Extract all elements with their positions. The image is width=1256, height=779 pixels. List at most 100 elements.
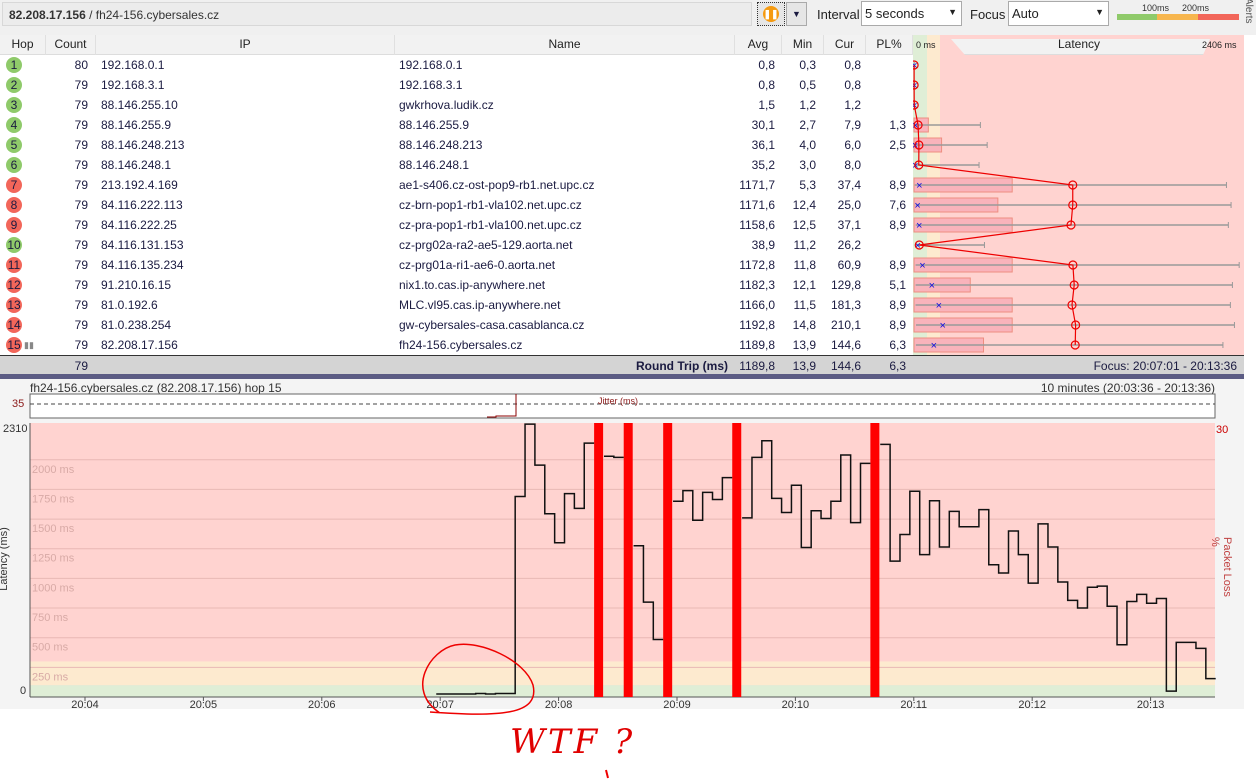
cell-count: 79 xyxy=(74,258,88,272)
cell-min: 11,2 xyxy=(793,238,816,252)
cell-name: cz-prg02a-ra2-ae5-129.aorta.net xyxy=(399,238,573,252)
cell-cur: 37,4 xyxy=(837,178,861,192)
table-row[interactable]: 7 79 213.192.4.169 ae1-s406.cz-ost-pop9-rb1… xyxy=(0,175,913,195)
cell-count: 79 xyxy=(74,318,88,332)
cell-name: gw-cybersales-casa.casablanca.cz xyxy=(399,318,585,332)
table-row[interactable]: 10 79 84.116.131.153 cz-prg02a-ra2-ae5-129.… xyxy=(0,235,913,255)
cell-min: 11,5 xyxy=(793,298,816,312)
pause-dropdown-button[interactable]: ▼ xyxy=(786,2,807,26)
focus-select[interactable]: Auto ▼ xyxy=(1008,1,1109,26)
cell-avg: 30,1 xyxy=(751,118,775,132)
cell-count: 79 xyxy=(74,198,88,212)
toolbar: 82.208.17.156 / fh24-156.cybersales.cz ❚… xyxy=(0,0,1256,35)
col-ip[interactable]: IP xyxy=(96,35,395,55)
cell-avg: 1171,7 xyxy=(739,178,775,192)
cell-name: cz-prg01a-ri1-ae6-0.aorta.net xyxy=(399,258,556,272)
gridline-label: 500 ms xyxy=(32,642,69,654)
cell-ip: 84.116.222.113 xyxy=(101,198,183,212)
cell-hop: 1 xyxy=(6,57,22,73)
cell-ip: 81.0.238.254 xyxy=(101,318,172,332)
cell-hop: 4 xyxy=(6,117,22,133)
cell-min: 12,4 xyxy=(792,198,816,212)
table-row[interactable]: 3 79 88.146.255.10 gwkrhova.ludik.cz 1,5 1,2 1… xyxy=(0,95,913,115)
cell-ip: 81.0.192.6 xyxy=(101,298,158,312)
band-good xyxy=(30,685,1215,697)
col-avg[interactable]: Avg xyxy=(735,35,782,55)
footer-label: Round Trip (ms) xyxy=(636,359,728,373)
cell-ip: 84.116.135.234 xyxy=(101,258,184,272)
packet-loss-bar xyxy=(623,423,633,697)
target-host: / fh24-156.cybersales.cz xyxy=(85,8,220,22)
cell-pl: 8,9 xyxy=(889,218,906,232)
cell-min: 5,3 xyxy=(799,178,816,192)
table-row[interactable]: 14 79 81.0.238.254 gw-cybersales-casa.casab… xyxy=(0,315,913,335)
table-row[interactable]: 4 79 88.146.255.9 88.146.255.9 30,1 2,7 7,9 1,3 xyxy=(0,115,913,135)
footer-cur: 144,6 xyxy=(830,359,861,373)
cell-pl: 5,1 xyxy=(889,278,906,292)
col-cur[interactable]: Cur xyxy=(824,35,866,55)
latency-legend-bar xyxy=(1117,14,1239,20)
graph-max-label: 2406 ms xyxy=(1202,40,1237,50)
cell-pl xyxy=(866,155,906,175)
cell-hop: 13 xyxy=(6,297,22,313)
table-row[interactable]: 2 79 192.168.3.1 192.168.3.1 0,8 0,5 0,8 xyxy=(0,75,913,95)
table-row[interactable]: 8 79 84.116.222.113 cz-brn-pop1-rb1-vla102.… xyxy=(0,195,913,215)
x-tick-label: 20:06 xyxy=(308,699,336,711)
col-count[interactable]: Count xyxy=(46,35,96,55)
cell-avg: 36,1 xyxy=(751,138,775,152)
x-tick-label: 20:08 xyxy=(545,699,573,711)
cell-min: 0,5 xyxy=(799,78,816,92)
cell-name: MLC.vl95.cas.ip-anywhere.net xyxy=(399,298,561,312)
cell-count: 79 xyxy=(74,118,88,132)
col-hop[interactable]: Hop xyxy=(0,35,46,55)
packet-loss-bar xyxy=(732,423,742,697)
table-row[interactable]: 1 80 192.168.0.1 192.168.0.1 0,8 0,3 0,8 xyxy=(0,55,913,75)
target-ip: 82.208.17.156 xyxy=(9,8,86,22)
current-marker: × xyxy=(916,220,922,232)
table-row[interactable]: 9 79 84.116.222.25 cz-pra-pop1-rb1-vla100.n… xyxy=(0,215,913,235)
pause-button[interactable]: ❚❚ xyxy=(757,2,785,26)
cell-cur: 26,2 xyxy=(837,238,861,252)
table-row[interactable]: 15 79 82.208.17.156 fh24-156.cybersales.cz 1… xyxy=(0,335,913,355)
hop-latency-graph: ××××××××××××××× xyxy=(913,55,1244,355)
cell-count: 79 xyxy=(74,338,88,352)
cell-cur: 144,6 xyxy=(830,338,861,352)
chevron-down-icon: ▼ xyxy=(1095,7,1104,17)
cell-ip: 88.146.255.10 xyxy=(101,98,178,112)
cell-min: 3,0 xyxy=(799,158,816,172)
cell-min: 0,3 xyxy=(799,58,816,72)
cell-hop: 3 xyxy=(6,97,22,113)
cell-hop: 11 xyxy=(6,257,22,273)
cell-avg: 1,5 xyxy=(758,98,775,112)
address-bar[interactable]: 82.208.17.156 / fh24-156.cybersales.cz xyxy=(2,2,752,26)
cell-hop: 15 xyxy=(6,337,22,353)
cell-cur: 7,9 xyxy=(844,118,861,132)
packet-loss-bar xyxy=(663,423,673,697)
table-row[interactable]: 5 79 88.146.248.213 88.146.248.213 36,1 4,0 6,… xyxy=(0,135,913,155)
gridline-label: 1250 ms xyxy=(32,553,75,565)
pause-icon: ❚❚ xyxy=(763,6,779,22)
bar-chart-icon[interactable]: ▮▮ xyxy=(24,335,34,355)
table-row[interactable]: 6 79 88.146.248.1 88.146.248.1 35,2 3,0 8,0 xyxy=(0,155,913,175)
col-name[interactable]: Name xyxy=(395,35,735,55)
cell-name: gwkrhova.ludik.cz xyxy=(399,98,494,112)
cell-cur: 129,8 xyxy=(830,278,861,292)
col-pl[interactable]: PL% xyxy=(866,35,913,55)
col-min[interactable]: Min xyxy=(782,35,824,55)
cell-hop: 14 xyxy=(6,317,22,333)
current-marker: × xyxy=(931,340,937,352)
table-row[interactable]: 13 79 81.0.192.6 MLC.vl95.cas.ip-anywhere.n… xyxy=(0,295,913,315)
interval-select[interactable]: 5 seconds ▼ xyxy=(861,1,962,26)
cell-hop: 6 xyxy=(6,157,22,173)
graph-title: Latency xyxy=(1058,37,1101,51)
current-marker: × xyxy=(936,300,942,312)
cell-min: 12,5 xyxy=(792,218,816,232)
alerts-tab[interactable]: Alerts xyxy=(1243,0,1254,24)
table-row[interactable]: 12 79 91.210.16.15 nix1.to.cas.ip-anywhere.… xyxy=(0,275,913,295)
table-row[interactable]: 11 79 84.116.135.234 cz-prg01a-ri1-ae6-0.ao… xyxy=(0,255,913,275)
cell-pl: 8,9 xyxy=(889,318,906,332)
cell-pl: 2,5 xyxy=(889,138,906,152)
gridline-label: 2000 ms xyxy=(32,464,75,476)
cell-name: cz-pra-pop1-rb1-vla100.net.upc.cz xyxy=(399,218,582,232)
x-tick-label: 20:05 xyxy=(190,699,218,711)
